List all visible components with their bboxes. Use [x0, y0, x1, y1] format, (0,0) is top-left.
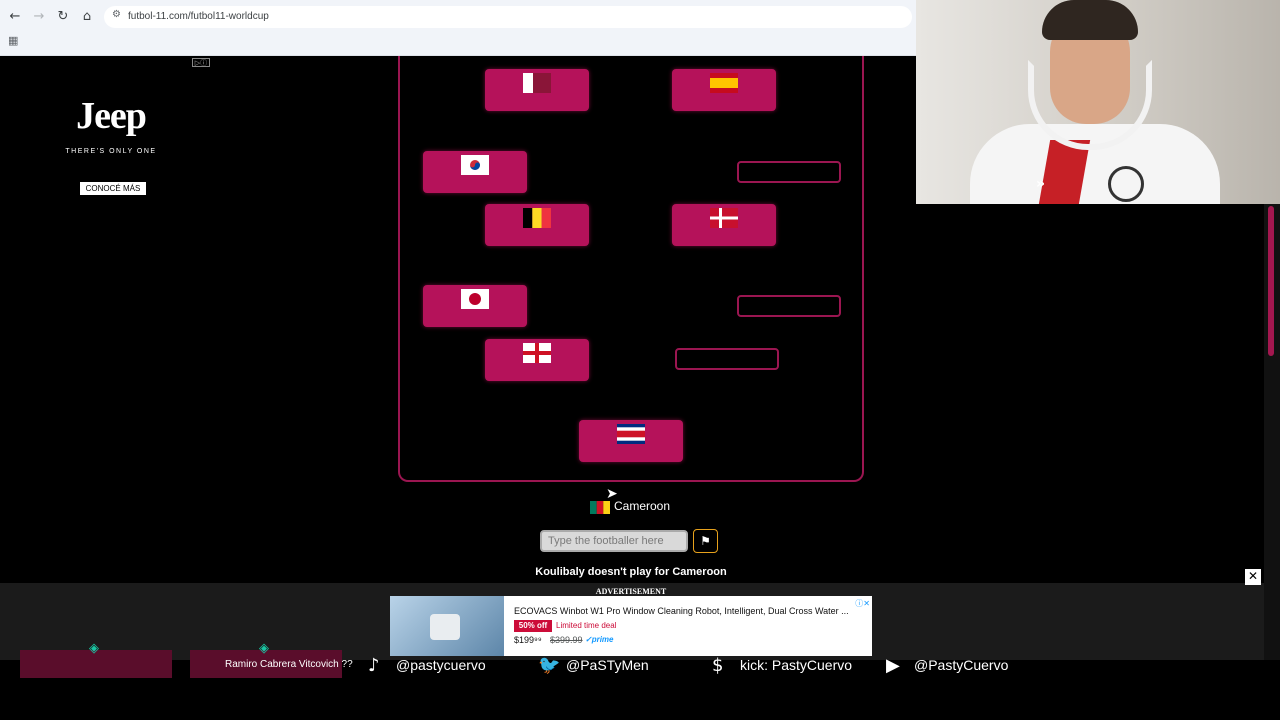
give-up-flag-button[interactable]: ⚑	[693, 529, 718, 553]
streamer-hair	[1042, 0, 1138, 40]
amazon-product-ad[interactable]: ECOVACS Winbot W1 Pro Window Cleaning Ro…	[390, 596, 872, 656]
reload-icon[interactable]: ↻	[54, 8, 72, 26]
address-bar[interactable]: ⚙ futbol-11.com/futbol11-worldcup	[104, 6, 912, 28]
tiktok-icon: ♪	[368, 655, 380, 676]
formation-pitch	[398, 56, 864, 482]
apps-grid-icon[interactable]: ▦	[8, 34, 18, 47]
player-name-hidden	[485, 99, 589, 108]
gem-icon: ◈	[259, 641, 269, 656]
product-image[interactable]	[390, 596, 504, 656]
social-handle: @PastyCuervo	[914, 657, 1009, 673]
player-name-hidden	[672, 234, 776, 243]
site-info-icon[interactable]: ⚙	[112, 9, 121, 20]
jeep-cta-button[interactable]: CONOCÉ MÁS	[80, 182, 146, 195]
england-flag-icon	[523, 343, 551, 363]
player-name-hidden	[579, 450, 683, 459]
south-korea-flag-icon	[461, 155, 489, 175]
player-card-costa-rica[interactable]	[579, 420, 683, 462]
adchoices-icon[interactable]: ⓘ✕	[855, 598, 870, 609]
prime-badge: ✓prime	[585, 635, 614, 644]
player-name-hidden	[423, 315, 527, 324]
player-card-denmark[interactable]	[672, 204, 776, 246]
qatar-flag-icon	[523, 73, 551, 93]
jeep-ad[interactable]: ▷ⓘ Jeep THERE'S ONLY ONE CONOCÉ MÁS	[10, 56, 212, 218]
costa-rica-flag-icon	[617, 424, 645, 444]
advertisement-label: ADVERTISEMENT	[595, 587, 667, 596]
browser-toolbar: ← → ↻ ⌂ ⚙ futbol-11.com/futbol11-worldcu…	[0, 0, 916, 56]
country-name: Cameroon	[614, 499, 671, 513]
club-crest-icon	[1108, 166, 1144, 202]
player-name-hidden	[485, 234, 589, 243]
empty-player-slot[interactable]	[737, 295, 841, 317]
jeep-logo: Jeep	[76, 95, 147, 137]
player-card-japan[interactable]	[423, 285, 527, 327]
back-icon[interactable]: ←	[6, 8, 24, 26]
player-name-hidden	[672, 99, 776, 108]
youtube-icon: ▶	[886, 655, 900, 676]
product-old-price: $399.99	[550, 635, 583, 645]
player-card-qatar[interactable]	[485, 69, 589, 111]
forward-icon[interactable]: →	[30, 8, 48, 26]
deal-badge: 50% off	[514, 620, 552, 632]
empty-player-slot[interactable]	[737, 161, 841, 183]
donor-name: Ramiro Cabrera Vitcovich ??	[225, 659, 353, 670]
player-name-hidden	[485, 369, 589, 378]
jeep-tagline: THERE'S ONLY ONE	[65, 148, 157, 155]
deal-text: Limited time deal	[556, 621, 617, 630]
denmark-flag-icon	[710, 208, 738, 228]
empty-player-slot[interactable]	[675, 348, 779, 370]
scroll-thumb[interactable]	[1268, 206, 1274, 356]
belgium-flag-icon	[523, 208, 551, 228]
product-price: $199⁹⁹	[514, 635, 542, 645]
webcam-feed: »	[916, 0, 1280, 204]
window-robot-image	[430, 614, 460, 640]
spain-flag-icon	[710, 73, 738, 93]
adchoices-icon[interactable]: ▷ⓘ	[192, 58, 210, 67]
twitter-icon: 🐦	[538, 655, 561, 676]
close-ad-icon[interactable]: ✕	[1245, 569, 1261, 585]
player-card-south-korea[interactable]	[423, 151, 527, 193]
home-icon[interactable]: ⌂	[78, 8, 96, 26]
scrollbar[interactable]	[1264, 204, 1280, 660]
chevron-logo-icon: »	[1036, 176, 1046, 192]
japan-flag-icon	[461, 289, 489, 309]
social-handle: @pastycuervo	[396, 657, 486, 673]
cameroon-flag-icon	[590, 501, 610, 514]
player-name-hidden	[423, 181, 527, 190]
kick-icon: $	[712, 655, 724, 676]
social-handle: kick: PastyCuervo	[740, 657, 853, 673]
gem-icon: ◈	[89, 641, 99, 656]
player-card-spain[interactable]	[672, 69, 776, 111]
player-card-england[interactable]	[485, 339, 589, 381]
footballer-input[interactable]	[540, 530, 688, 552]
feedback-message: Koulibaly doesn't play for Cameroon	[535, 566, 727, 578]
url-text: futbol-11.com/futbol11-worldcup	[128, 11, 269, 22]
player-card-belgium[interactable]	[485, 204, 589, 246]
product-title[interactable]: ECOVACS Winbot W1 Pro Window Cleaning Ro…	[514, 606, 849, 616]
social-handle: @PaSTyMen	[566, 657, 649, 673]
